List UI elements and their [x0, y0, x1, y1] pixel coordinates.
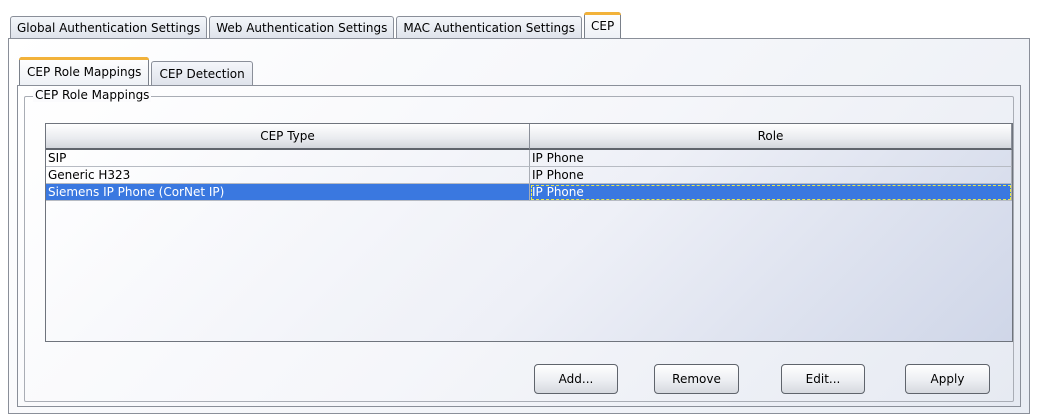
cell-role[interactable]: IP Phone [530, 150, 1012, 167]
group-legend: CEP Role Mappings [33, 88, 152, 102]
add-button[interactable]: Add... [534, 364, 618, 394]
cell-cep-type[interactable]: Generic H323 [46, 167, 530, 184]
column-header-role[interactable]: Role [530, 124, 1012, 150]
cell-role[interactable]: IP Phone [530, 184, 1012, 201]
tab-cep[interactable]: CEP [584, 12, 622, 38]
tab-cep-role-mappings[interactable]: CEP Role Mappings [19, 57, 150, 85]
apply-button[interactable]: Apply [905, 364, 990, 394]
cell-cep-type[interactable]: SIP [46, 150, 530, 167]
cell-cep-type[interactable]: Siemens IP Phone (CorNet IP) [46, 184, 530, 201]
tab-cep-detection[interactable]: CEP Detection [151, 61, 253, 85]
tab-mac-authentication-settings[interactable]: MAC Authentication Settings [396, 16, 582, 38]
table-row-selected[interactable]: Siemens IP Phone (CorNet IP) IP Phone [46, 184, 1012, 201]
cep-role-mappings-table: CEP Type Role SIP IP Phone Generic H323 … [45, 123, 1013, 342]
cep-role-mappings-group: CEP Role Mappings CEP Type Role SIP IP P… [24, 88, 1014, 402]
edit-button[interactable]: Edit... [781, 364, 865, 394]
table-row[interactable]: SIP IP Phone [46, 150, 1012, 167]
cep-panel: CEP Role Mappings CEP Detection CEP Role… [8, 38, 1030, 414]
column-header-cep-type[interactable]: CEP Type [46, 124, 530, 150]
tab-web-authentication-settings[interactable]: Web Authentication Settings [209, 16, 395, 38]
top-tab-strip: Global Authentication Settings Web Authe… [10, 12, 623, 38]
cell-role[interactable]: IP Phone [530, 167, 1012, 184]
table-row[interactable]: Generic H323 IP Phone [46, 167, 1012, 184]
remove-button[interactable]: Remove [654, 364, 739, 394]
sub-tab-strip: CEP Role Mappings CEP Detection [19, 57, 255, 85]
tab-global-authentication-settings[interactable]: Global Authentication Settings [10, 16, 208, 38]
table-header: CEP Type Role [46, 124, 1012, 150]
cep-role-mappings-panel: CEP Role Mappings CEP Type Role SIP IP P… [17, 85, 1021, 407]
